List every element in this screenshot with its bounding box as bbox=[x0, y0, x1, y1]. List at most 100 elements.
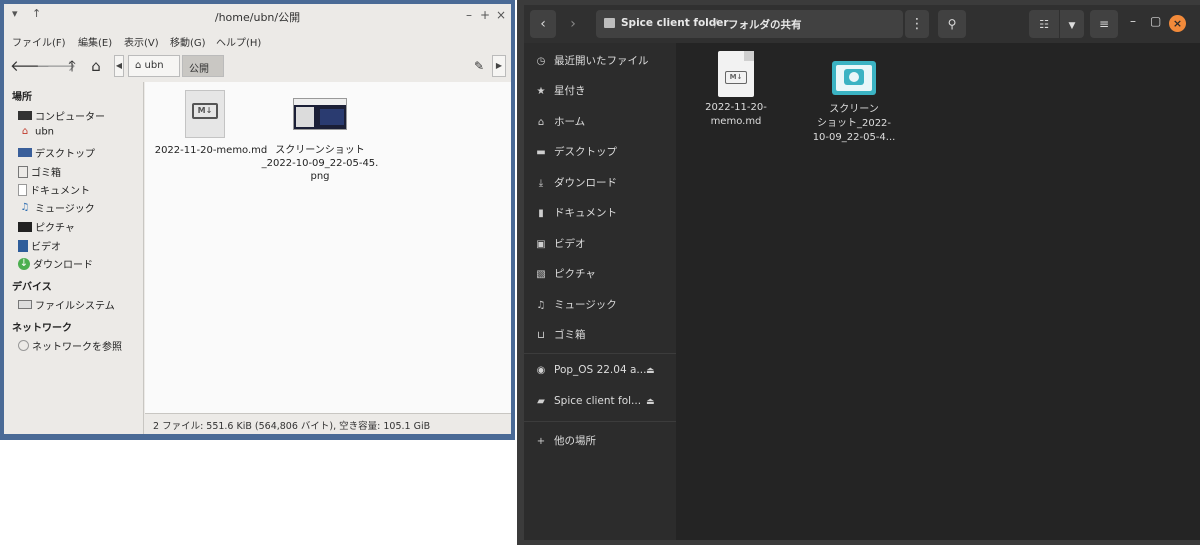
sidebar-item-browse-network[interactable]: ネットワークを参照 bbox=[18, 338, 122, 354]
path-menu-button[interactable]: ⋮ bbox=[905, 10, 929, 38]
forward-button[interactable]: › bbox=[560, 10, 586, 38]
document-icon: ▮ bbox=[538, 208, 544, 219]
sidebar-item-music[interactable]: ♫ ミュージック bbox=[18, 200, 95, 216]
image-file-icon bbox=[832, 61, 876, 95]
sidebar-item-pictures[interactable]: ▧ ピクチャ bbox=[534, 266, 596, 284]
view-options-button[interactable]: ▼ bbox=[1060, 10, 1084, 38]
sidebar-item-downloads[interactable]: ↓ ダウンロード bbox=[18, 256, 93, 272]
sidebar-item-desktop[interactable]: デスクトップ bbox=[18, 145, 95, 161]
view-toggle-button[interactable]: ☷ bbox=[1029, 10, 1059, 38]
sidebar-item-videos[interactable]: ビデオ bbox=[18, 238, 61, 254]
sidebar-item-music[interactable]: ♫ ミュージック bbox=[534, 297, 617, 315]
image-thumbnail-icon bbox=[293, 98, 347, 130]
star-icon: ★ bbox=[536, 86, 546, 97]
path-item-spice-folder[interactable]: Spice client folder bbox=[621, 17, 729, 29]
eject-icon[interactable]: ⏏ bbox=[646, 397, 655, 407]
music-icon: ♫ bbox=[20, 201, 30, 213]
chevron-right-icon: › bbox=[570, 16, 576, 32]
back-arrow-icon[interactable]: 🡐 bbox=[10, 56, 50, 76]
file-view: M↓ 2022-11-20- memo.md スクリーン ショット_2022- … bbox=[676, 43, 1200, 540]
up-arrow-icon[interactable]: 🡑 bbox=[62, 56, 82, 76]
sidebar-item-documents[interactable]: ドキュメント bbox=[18, 182, 90, 198]
markdown-file-icon: M↓ bbox=[718, 51, 754, 97]
sidebar-item-downloads[interactable]: ⤓ ダウンロード bbox=[534, 175, 617, 193]
titlebar: ▾ ↑ /home/ubn/公開 – + × bbox=[4, 4, 511, 28]
menubar: ファイル(F) 編集(E) 表示(V) 移動(G) ヘルプ(H) bbox=[4, 30, 511, 50]
left-window-frame: ▾ ↑ /home/ubn/公開 – + × ファイル(F) 編集(E) 表示(… bbox=[0, 0, 515, 440]
computer-icon bbox=[18, 111, 32, 120]
list-view-icon: ☷ bbox=[1039, 18, 1049, 31]
document-icon bbox=[18, 183, 27, 196]
minimize-icon[interactable]: – bbox=[1130, 14, 1136, 28]
trash-icon bbox=[18, 165, 28, 178]
pictures-icon: ▧ bbox=[536, 269, 546, 280]
toolbar: 🡐 🡒 🡑 ⌂ bbox=[4, 52, 511, 80]
close-button[interactable]: × bbox=[494, 8, 508, 22]
music-icon: ♫ bbox=[536, 300, 546, 311]
home-icon: ⌂ bbox=[135, 60, 145, 71]
minimize-button[interactable]: – bbox=[462, 8, 476, 22]
sidebar-item-starred[interactable]: ★ 星付き bbox=[534, 83, 586, 101]
path-item-shared-folder[interactable]: フォルダの共有 bbox=[728, 17, 802, 32]
search-button[interactable]: ⚲ bbox=[938, 10, 966, 38]
sidebar-item-desktop[interactable]: ▬ デスクトップ bbox=[534, 144, 617, 162]
menu-file[interactable]: ファイル(F) bbox=[12, 34, 66, 49]
file-name: スクリーン ショット_2022- 10-09_22-05-4... bbox=[812, 104, 896, 143]
breadcrumb-ubn[interactable]: ⌂ ubn bbox=[128, 55, 180, 77]
chevron-down-icon: ▼ bbox=[1068, 21, 1076, 31]
sidebar-item-spice-folder[interactable]: ▰ Spice client fol... bbox=[534, 395, 641, 413]
sidebar: ◷ 最近開いたファイル ★ 星付き ⌂ ホーム ▬ デスクトップ ⤓ ダウンロード ▮ ドキ… bbox=[524, 43, 676, 540]
trash-icon: ⊔ bbox=[537, 330, 545, 341]
sidebar-item-other-locations[interactable]: + 他の場所 bbox=[534, 433, 596, 451]
sidebar-item-documents[interactable]: ▮ ドキュメント bbox=[534, 205, 617, 223]
sidebar-item-videos[interactable]: ▣ ビデオ bbox=[534, 236, 585, 254]
breadcrumb-scroll-left[interactable]: ◀ bbox=[114, 55, 124, 77]
forward-arrow-icon[interactable]: 🡒 bbox=[36, 56, 76, 76]
desktop-icon: ▬ bbox=[536, 147, 546, 158]
sidebar-item-home[interactable]: ⌂ ubn bbox=[18, 126, 54, 142]
sidebar-separator bbox=[524, 353, 676, 354]
home-icon[interactable]: ⌂ bbox=[86, 56, 106, 76]
home-icon: ⌂ bbox=[537, 117, 545, 128]
sidebar-header-places: 場所 bbox=[12, 92, 32, 103]
maximize-button[interactable]: + bbox=[478, 8, 492, 22]
sidebar-item-filesystem[interactable]: ファイルシステム bbox=[18, 297, 115, 313]
sidebar-item-pop-os-drive[interactable]: ◉ Pop_OS 22.04 a... bbox=[534, 364, 647, 382]
sidebar-item-pictures[interactable]: ピクチャ bbox=[18, 219, 75, 235]
menu-view[interactable]: 表示(V) bbox=[124, 34, 159, 49]
sidebar-item-trash[interactable]: ゴミ箱 bbox=[18, 164, 61, 180]
path-separator: / bbox=[714, 17, 718, 30]
sidebar-item-computer[interactable]: コンピューター bbox=[18, 108, 105, 124]
menu-go[interactable]: 移動(G) bbox=[170, 34, 206, 49]
path-bar: Spice client folder / フォルダの共有 bbox=[596, 10, 903, 38]
folder-icon: ▰ bbox=[537, 396, 545, 407]
markdown-file-icon: M↓ bbox=[185, 90, 225, 138]
close-button[interactable]: × bbox=[1169, 15, 1186, 32]
sidebar: 場所 コンピューター ⌂ ubn デスクトップ ゴミ箱 ドキュメント ♫ ミュージッ… bbox=[4, 82, 144, 434]
sidebar-header-devices: デバイス bbox=[12, 282, 52, 293]
breadcrumb-public[interactable]: 公開 bbox=[182, 55, 224, 77]
back-button[interactable]: ‹ bbox=[530, 10, 556, 38]
video-icon: ▣ bbox=[536, 239, 546, 250]
download-icon: ↓ bbox=[18, 257, 30, 270]
pictures-icon bbox=[18, 221, 32, 232]
main-menu-button[interactable]: ≡ bbox=[1090, 10, 1118, 38]
menu-help[interactable]: ヘルプ(H) bbox=[216, 34, 261, 49]
pencil-icon[interactable]: ✎ bbox=[469, 55, 489, 77]
status-bar: 2 ファイル: 551.6 KiB (564,806 バイト), 空き容量: 1… bbox=[145, 413, 511, 434]
window-title: /home/ubn/公開 bbox=[214, 11, 301, 24]
maximize-icon[interactable]: ▢ bbox=[1150, 14, 1161, 28]
clock-icon: ◷ bbox=[536, 56, 546, 67]
video-icon bbox=[18, 239, 28, 252]
sidebar-header-network: ネットワーク bbox=[12, 323, 72, 334]
breadcrumb-scroll-right[interactable]: ▶ bbox=[492, 55, 506, 77]
sidebar-item-home[interactable]: ⌂ ホーム bbox=[534, 114, 585, 132]
eject-icon[interactable]: ⏏ bbox=[646, 366, 655, 376]
file-name: 2022-11-20- memo.md bbox=[705, 102, 767, 127]
chevron-left-icon: ‹ bbox=[540, 16, 546, 32]
sidebar-item-recent[interactable]: ◷ 最近開いたファイル bbox=[534, 53, 649, 71]
caja-window: ▾ ↑ /home/ubn/公開 – + × ファイル(F) 編集(E) 表示(… bbox=[4, 4, 511, 434]
sidebar-item-trash[interactable]: ⊔ ゴミ箱 bbox=[534, 327, 585, 345]
menu-edit[interactable]: 編集(E) bbox=[78, 34, 112, 49]
file-name: 2022-11-20-memo.md bbox=[154, 145, 268, 156]
